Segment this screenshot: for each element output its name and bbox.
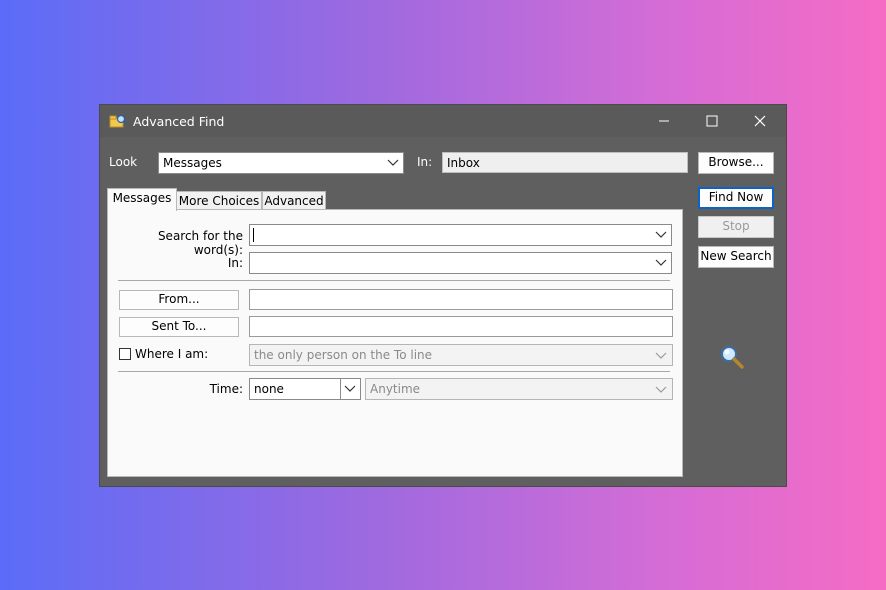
in-label: In: <box>417 155 433 169</box>
look-select[interactable]: Messages <box>158 152 404 174</box>
in-folder-value: Inbox <box>447 156 480 170</box>
tab-messages[interactable]: Messages <box>107 188 177 211</box>
time-label: Time: <box>209 382 243 396</box>
chevron-down-icon <box>655 386 667 393</box>
text-cursor <box>253 228 254 242</box>
close-icon <box>754 115 766 127</box>
maximize-icon <box>706 115 718 127</box>
where-i-am-label: Where I am: <box>135 347 209 361</box>
tab-more-choices[interactable]: More Choices <box>176 191 262 211</box>
separator <box>118 280 670 281</box>
close-button[interactable] <box>737 105 783 137</box>
search-in-select[interactable] <box>249 252 672 274</box>
where-i-am-select[interactable]: the only person on the To line <box>249 344 673 366</box>
chevron-down-icon <box>387 159 399 166</box>
time-range-value: Anytime <box>370 382 421 396</box>
advanced-find-window: Advanced Find Look Messages In: Inbox Br… <box>100 105 786 486</box>
chevron-down-icon <box>655 352 667 359</box>
search-words-input[interactable] <box>249 224 672 246</box>
separator <box>118 371 670 372</box>
chevron-down-icon <box>655 231 667 238</box>
find-folder-icon <box>109 113 127 129</box>
from-button[interactable]: From... <box>119 290 239 310</box>
time-select[interactable]: none <box>249 378 361 400</box>
sent-to-button[interactable]: Sent To... <box>119 317 239 337</box>
title-bar[interactable]: Advanced Find <box>100 105 786 137</box>
tab-advanced[interactable]: Advanced <box>262 191 326 211</box>
in-folder-field: Inbox <box>442 152 688 173</box>
minimize-icon <box>659 120 669 122</box>
find-now-button[interactable]: Find Now <box>698 187 774 209</box>
chevron-down-icon <box>655 259 667 266</box>
minimize-button[interactable] <box>641 105 687 137</box>
search-in-label: In: <box>227 256 243 270</box>
maximize-button[interactable] <box>689 105 735 137</box>
time-range-select[interactable]: Anytime <box>365 378 673 400</box>
window-title: Advanced Find <box>133 114 225 129</box>
sent-to-input[interactable] <box>249 316 673 337</box>
messages-tab-panel: Search for the word(s): In: From... Sent… <box>107 209 683 477</box>
stop-button[interactable]: Stop <box>698 216 774 238</box>
new-search-button[interactable]: New Search <box>698 246 774 268</box>
time-value: none <box>254 382 284 396</box>
chevron-down-icon <box>344 385 356 392</box>
where-i-am-value: the only person on the To line <box>254 348 433 362</box>
look-select-value: Messages <box>163 156 222 170</box>
browse-button[interactable]: Browse... <box>698 152 774 174</box>
from-input[interactable] <box>249 289 673 310</box>
look-label: Look <box>109 155 138 169</box>
search-words-label: Search for the word(s): <box>157 229 243 257</box>
magnifier-icon <box>718 343 746 371</box>
where-i-am-checkbox[interactable] <box>119 348 131 360</box>
